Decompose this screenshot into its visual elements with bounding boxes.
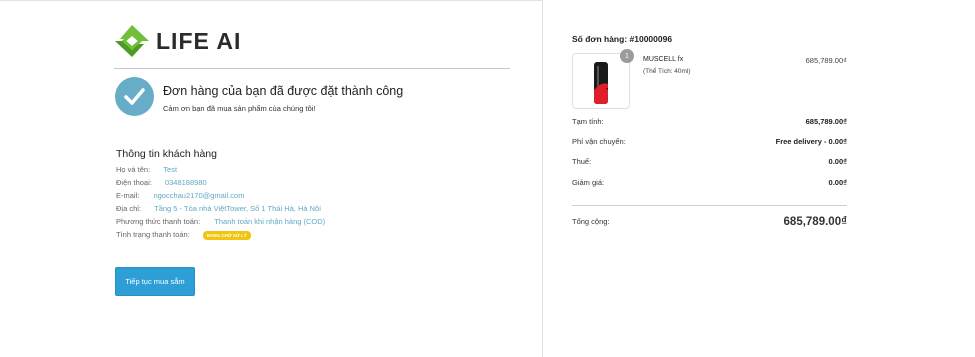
discount-value: 0.00₫ [828,178,847,187]
payment-method-label: Phương thức thanh toán: [116,217,201,226]
payment-method-value: Thanh toán khi nhận hàng (COD) [214,217,326,226]
customer-phone-label: Điện thoại: [116,178,152,187]
brand-logo[interactable]: LIFE AI [114,24,241,58]
tax-value: 0.00₫ [828,157,847,166]
payment-status-row: Tình trạng thanh toán: ĐANG CHỜ XỬ LÝ [116,230,251,240]
item-quantity-badge: 1 [620,49,634,63]
shipping-label: Phí vận chuyển: [572,137,626,146]
customer-phone-value: 0348188980 [164,178,207,187]
customer-email-label: E-mail: [116,191,140,200]
payment-status-label: Tình trạng thanh toán: [116,230,190,239]
success-subtitle: Cảm ơn bạn đã mua sản phẩm của chúng tôi… [163,104,316,113]
customer-email-value: ngocchau2170@gmail.com [153,191,245,200]
customer-phone-row: Điện thoại: 0348188980 [116,178,207,187]
total-value: 685,789.00₫ [783,216,847,228]
total-label: Tổng cộng: [572,217,610,226]
customer-email-row: E-mail: ngocchau2170@gmail.com [116,191,244,200]
continue-shopping-button[interactable]: Tiếp tục mua sắm [115,267,195,296]
logo-icon [115,25,149,57]
payment-status-badge: ĐANG CHỜ XỬ LÝ [202,230,251,240]
customer-info-heading: Thông tin khách hàng [116,148,217,160]
customer-name-label: Họ và tên: [116,165,151,174]
header-divider [114,68,510,69]
product-name[interactable]: MUSCELL fx [643,56,683,63]
shipping-value: Free delivery - 0.00₫ [775,137,847,146]
tax-label: Thuế: [572,157,592,166]
customer-address-row: Địa chỉ: Tầng 5 - Tòa nhà ViệtTower, Số … [116,204,321,213]
success-message: Đơn hàng của bạn đã được đặt thành công … [115,77,515,117]
product-variant: (Thể Tích: 40ml) [643,68,691,75]
product-bottle-icon [594,62,608,104]
summary-divider [572,205,847,206]
product-thumbnail[interactable] [572,53,630,109]
subtotal-label: Tạm tính: [572,117,604,126]
check-circle-icon [115,77,154,116]
customer-address-label: Địa chỉ: [116,204,142,213]
confirmation-panel: LIFE AI Đơn hàng của bạn đã được đặt thà… [0,0,542,357]
order-summary-panel: Số đơn hàng: #10000096 1 MUSCELL fx (Thể… [542,0,975,357]
product-price: 685,789.00₫ [805,56,847,65]
payment-method-row: Phương thức thanh toán: Thanh toán khi n… [116,217,325,226]
customer-address-value: Tầng 5 - Tòa nhà ViệtTower, Số 1 Thái Hà… [154,204,321,213]
customer-name-row: Họ và tên: Test [116,165,177,174]
order-number: Số đơn hàng: #10000096 [572,34,673,44]
discount-label: Giảm giá: [572,178,605,187]
success-title: Đơn hàng của bạn đã được đặt thành công [163,84,404,98]
customer-name-value: Test [163,165,178,174]
brand-name: LIFE AI [156,27,242,54]
subtotal-value: 685,789.00₫ [805,117,847,126]
